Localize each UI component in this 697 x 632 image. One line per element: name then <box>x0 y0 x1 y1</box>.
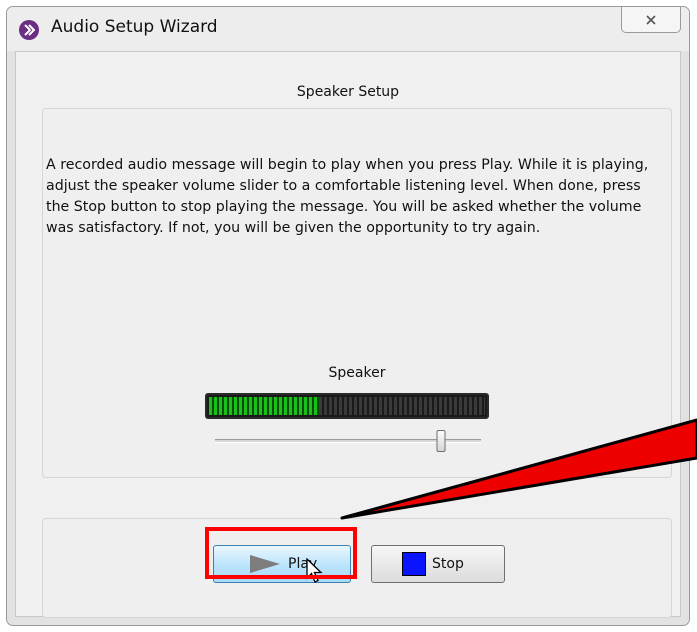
stop-square-icon <box>402 552 426 576</box>
speaker-label: Speaker <box>328 365 386 381</box>
speaker-level-meter <box>205 393 489 419</box>
speaker-volume-slider[interactable] <box>215 430 481 452</box>
section-title: Speaker Setup <box>296 84 400 100</box>
speaker-level-fill <box>209 397 320 415</box>
wizard-arrow-icon <box>19 20 39 40</box>
instructions-text: A recorded audio message will begin to p… <box>46 157 649 236</box>
stop-button[interactable]: Stop <box>371 545 505 583</box>
close-icon <box>646 14 656 25</box>
speaker-volume-slider-thumb[interactable] <box>436 430 446 452</box>
play-button-highlight <box>205 527 357 579</box>
window-title: Audio Setup Wizard <box>51 17 218 37</box>
title-bar: Audio Setup Wizard <box>7 7 689 51</box>
close-button[interactable] <box>621 7 681 33</box>
button-panel: Play Stop <box>42 518 672 618</box>
instructions-panel: A recorded audio message will begin to p… <box>42 108 672 478</box>
stop-button-label: Stop <box>432 556 464 572</box>
speaker-level-empty <box>319 397 485 415</box>
